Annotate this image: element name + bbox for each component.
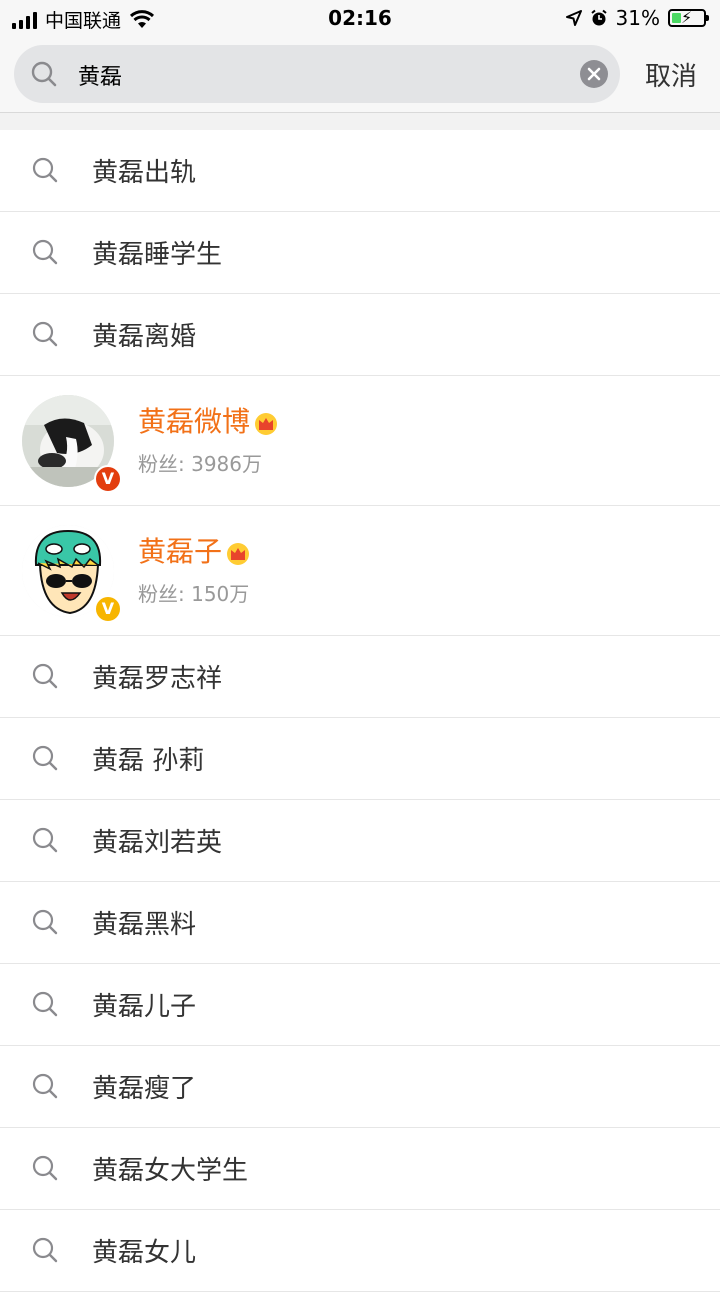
user-name: 黄磊子 [138,535,223,568]
suggestion-text: 黄磊睡学生 [92,240,223,270]
search-icon [32,239,58,265]
search-icon [32,157,58,183]
search-icon [32,321,58,347]
suggestion-text: 黄磊黑料 [92,910,197,940]
suggestion-text: 黄磊女大学生 [92,1156,249,1186]
suggestion-text: 黄磊 孙莉 [92,746,205,776]
search-results-list: 黄磊出轨 黄磊睡学生 黄磊离婚 V 黄磊微博 粉丝: 3986万 V 黄磊子 粉… [0,130,720,1292]
verified-badge-icon: V [94,595,122,623]
close-icon [587,67,601,81]
search-header: 取消 [0,36,720,113]
crown-icon [255,413,278,435]
crown-icon [227,543,250,565]
suggestion-item[interactable]: 黄磊黑料 [0,882,720,964]
suggestion-item[interactable]: 黄磊睡学生 [0,212,720,294]
search-box[interactable] [14,45,620,103]
status-bar: 中国联通 02:16 31% ⚡ [0,0,720,36]
suggestion-text: 黄磊离婚 [92,322,197,352]
divider [0,113,720,130]
suggestion-text: 黄磊瘦了 [92,1074,197,1104]
suggestion-text: 黄磊罗志祥 [92,664,223,694]
follower-count: 粉丝: 150万 [138,582,250,606]
suggestion-item[interactable]: 黄磊瘦了 [0,1046,720,1128]
search-icon [32,1073,58,1099]
search-icon [31,61,57,87]
suggestion-text: 黄磊女儿 [92,1238,197,1268]
search-icon [32,745,58,771]
suggestion-text: 黄磊出轨 [92,158,197,188]
follower-count: 粉丝: 3986万 [138,452,262,476]
search-input[interactable] [76,55,570,95]
clear-search-button[interactable] [580,60,608,88]
suggestion-item[interactable]: 黄磊离婚 [0,294,720,376]
suggestion-text: 黄磊儿子 [92,992,197,1022]
cancel-button[interactable]: 取消 [645,56,697,93]
user-result-item[interactable]: V 黄磊子 粉丝: 150万 [0,506,720,636]
user-result-item[interactable]: V 黄磊微博 粉丝: 3986万 [0,376,720,506]
alarm-icon [590,9,607,26]
search-icon [32,1237,58,1263]
battery-icon: ⚡ [668,9,709,27]
suggestion-item[interactable]: 黄磊罗志祥 [0,636,720,718]
user-name: 黄磊微博 [138,405,251,438]
verified-badge-icon: V [94,465,122,493]
suggestion-item[interactable]: 黄磊刘若英 [0,800,720,882]
search-icon [32,991,58,1017]
user-name-row: 黄磊微博 [138,400,280,440]
suggestion-item[interactable]: 黄磊出轨 [0,130,720,212]
search-icon [32,663,58,689]
suggestion-item[interactable]: 黄磊女大学生 [0,1128,720,1210]
location-arrow-icon [565,10,582,26]
battery-percent: 31% [615,6,660,30]
search-icon [32,909,58,935]
suggestion-item[interactable]: 黄磊儿子 [0,964,720,1046]
suggestion-text: 黄磊刘若英 [92,828,223,858]
user-name-row: 黄磊子 [138,530,252,570]
search-icon [32,827,58,853]
suggestion-item[interactable]: 黄磊 孙莉 [0,718,720,800]
search-icon [32,1155,58,1181]
